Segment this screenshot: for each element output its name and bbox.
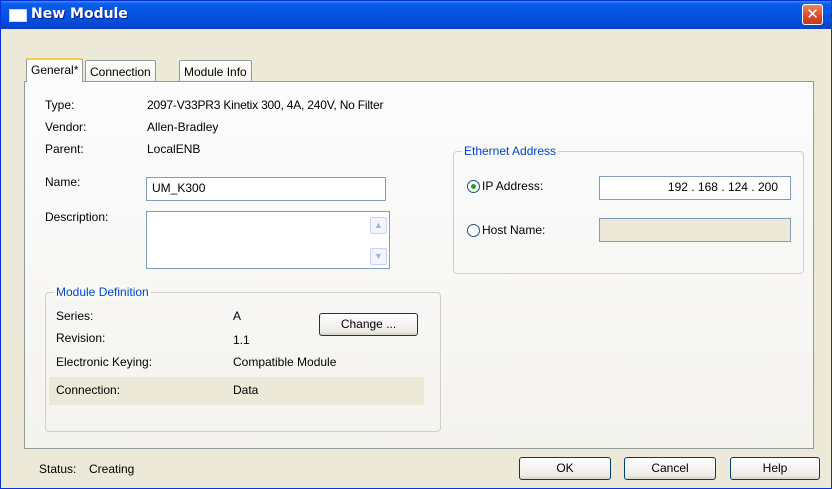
ip-address-label[interactable]: IP Address:: [482, 179, 543, 193]
cancel-button[interactable]: Cancel: [624, 457, 716, 480]
ip-address-radio-dot: [471, 184, 476, 189]
host-name-radio[interactable]: [467, 224, 480, 237]
window-title: New Module: [31, 6, 128, 22]
host-name-label[interactable]: Host Name:: [482, 223, 545, 237]
parent-value: LocalENB: [147, 142, 201, 156]
electronic-keying-label: Electronic Keying:: [56, 355, 153, 369]
change-button[interactable]: Change ...: [319, 313, 418, 336]
module-definition-group: Module Definition Series: A Revision: 1.…: [45, 285, 441, 432]
status-label: Status:: [39, 462, 77, 476]
module-definition-title: Module Definition: [54, 285, 151, 299]
status-value: Creating: [89, 462, 135, 476]
name-label: Name:: [45, 175, 81, 189]
parent-label: Parent:: [45, 142, 84, 156]
vendor-value: Allen-Bradley: [147, 120, 219, 134]
window-icon: [9, 9, 27, 22]
new-module-dialog: New Module ✕ General* Connection Module …: [0, 0, 832, 489]
description-field[interactable]: ▲ ▼: [146, 211, 390, 269]
general-tab-panel: Type: 2097-V33PR3 Kinetix 300, 4A, 240V,…: [24, 81, 814, 449]
connection-row: Connection: Data: [49, 377, 424, 405]
revision-value: 1.1: [233, 333, 250, 347]
ethernet-address-title: Ethernet Address: [462, 144, 559, 158]
description-label: Description:: [45, 210, 109, 224]
name-field[interactable]: UM_K300: [146, 177, 386, 201]
type-label: Type:: [45, 98, 75, 112]
tab-module-info[interactable]: Module Info: [179, 60, 252, 82]
connection-value: Data: [233, 383, 259, 397]
series-label: Series:: [56, 309, 94, 323]
ip-address-radio[interactable]: [467, 180, 480, 193]
series-value: A: [233, 309, 242, 323]
scroll-up-icon[interactable]: ▲: [370, 217, 387, 234]
scroll-down-icon[interactable]: ▼: [370, 248, 387, 265]
close-button[interactable]: ✕: [802, 4, 823, 25]
host-name-field[interactable]: [599, 218, 791, 242]
vendor-label: Vendor:: [45, 120, 87, 134]
ip-address-field[interactable]: 192 . 168 . 124 . 200: [599, 176, 791, 200]
ethernet-address-group: Ethernet Address IP Address: 192 . 168 .…: [453, 144, 804, 274]
electronic-keying-value: Compatible Module: [233, 355, 337, 369]
title-bar[interactable]: New Module ✕: [1, 1, 831, 29]
tab-connection[interactable]: Connection: [85, 60, 156, 82]
type-value: 2097-V33PR3 Kinetix 300, 4A, 240V, No Fi…: [147, 98, 384, 112]
help-button[interactable]: Help: [730, 457, 820, 480]
tab-general[interactable]: General*: [26, 58, 84, 82]
connection-label: Connection:: [56, 383, 121, 397]
revision-label: Revision:: [56, 331, 106, 345]
ok-button[interactable]: OK: [519, 457, 611, 480]
